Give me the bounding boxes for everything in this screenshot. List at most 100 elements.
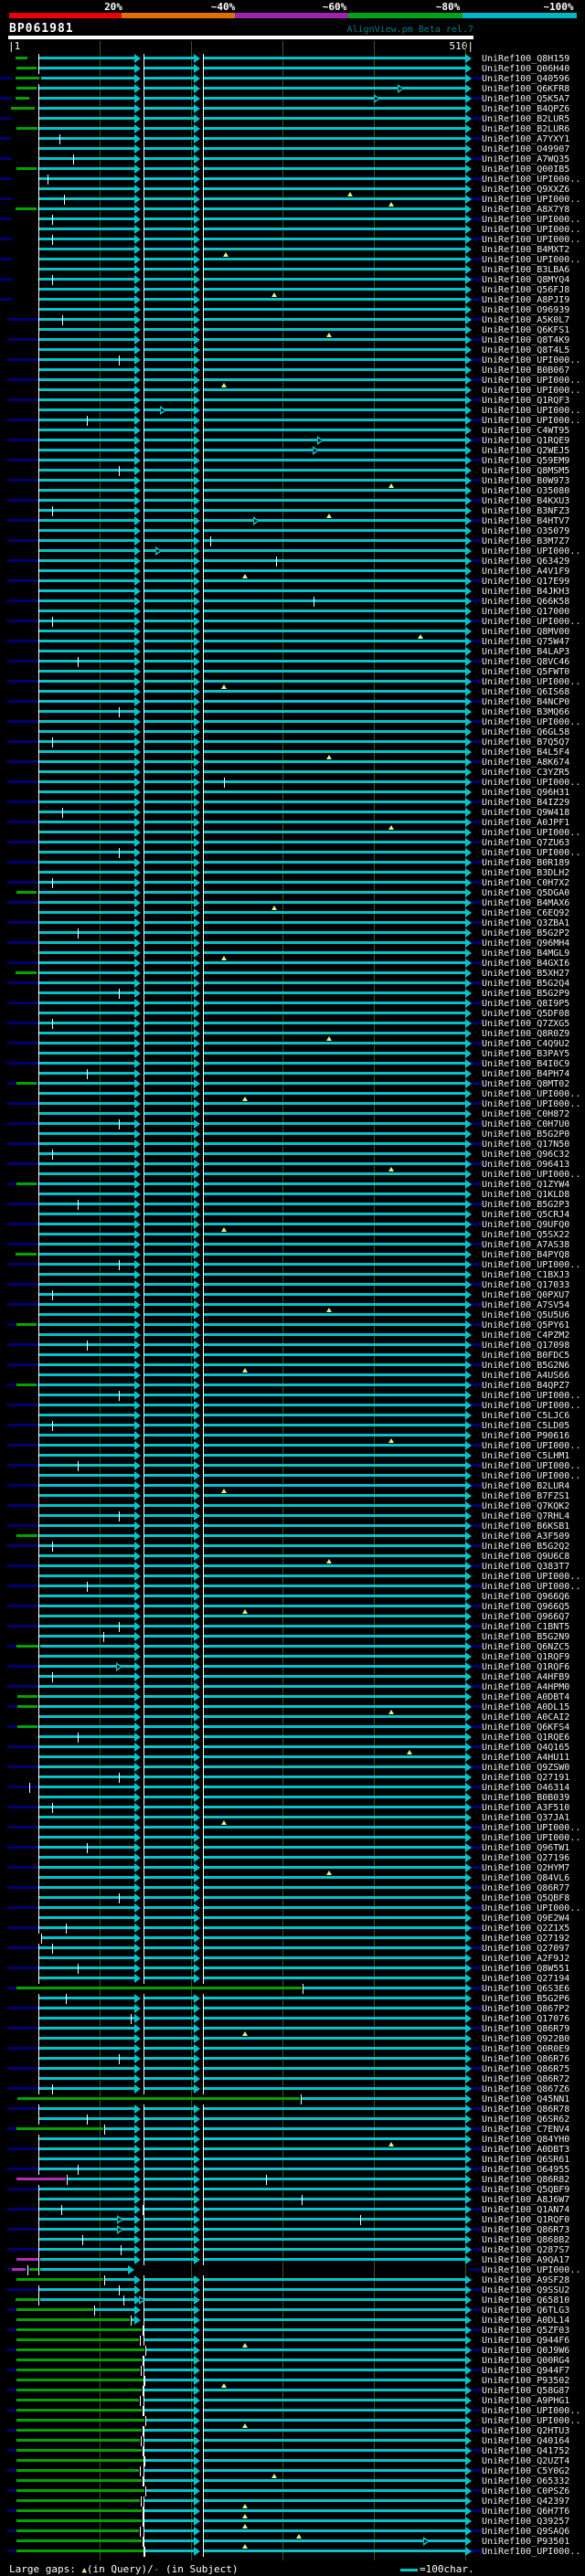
hit-label[interactable]: UniRef100_Q86R82 — [482, 2175, 569, 2185]
hit-label[interactable]: UniRef100_Q66K58 — [482, 597, 569, 607]
hit-label[interactable]: UniRef100_Q2UZT4 — [482, 2456, 569, 2466]
hit-label[interactable]: UniRef100_Q37JA1 — [482, 1813, 569, 1823]
hit-label[interactable]: UniRef100_UPI000.. — [482, 2265, 580, 2275]
hit-label[interactable]: UniRef100_UPI000.. — [482, 1471, 580, 1481]
hit-label[interactable]: UniRef100_Q1AN74 — [482, 2205, 569, 2215]
hit-label[interactable]: UniRef100_Q84YH0 — [482, 2135, 569, 2145]
hit-label[interactable]: UniRef100_A4HU11 — [482, 1753, 569, 1763]
hit-label[interactable]: UniRef100_B4QPZ6 — [482, 104, 569, 114]
hit-label[interactable]: UniRef100_Q8VC46 — [482, 657, 569, 667]
hit-label[interactable]: UniRef100_Q6KFS1 — [482, 325, 569, 335]
hit-label[interactable]: UniRef100_Q9ZSW0 — [482, 1763, 569, 1773]
hit-label[interactable]: UniRef100_B5G2N6 — [482, 1361, 569, 1371]
hit-label[interactable]: UniRef100_C0H7X2 — [482, 878, 569, 888]
hit-label[interactable]: UniRef100_Q867Z6 — [482, 2084, 569, 2094]
hit-label[interactable]: UniRef100_Q6KFS4 — [482, 1723, 569, 1733]
hit-label[interactable]: UniRef100_B0B067 — [482, 366, 569, 376]
hit-label[interactable]: UniRef100_Q27194 — [482, 1974, 569, 1984]
hit-label[interactable]: UniRef100_B4IZ29 — [482, 798, 569, 808]
hit-label[interactable]: UniRef100_Q6S3E6 — [482, 1984, 569, 1994]
hit-label[interactable]: UniRef100_C4WT95 — [482, 426, 569, 436]
hit-label[interactable]: UniRef100_A0DL14 — [482, 2316, 569, 2326]
hit-label[interactable]: UniRef100_Q00RG4 — [482, 2356, 569, 2366]
hit-label[interactable]: UniRef100_Q96TW1 — [482, 1843, 569, 1853]
hit-label[interactable]: UniRef100_Q9UFQ0 — [482, 1220, 569, 1230]
hit-label[interactable]: UniRef100_Q40596 — [482, 74, 569, 84]
hit-label[interactable]: UniRef100_A4HFB9 — [482, 1672, 569, 1682]
hit-label[interactable]: UniRef100_B4NCP0 — [482, 697, 569, 707]
hit-label[interactable]: UniRef100_Q45NN1 — [482, 2094, 569, 2104]
hit-label[interactable]: UniRef100_A9PHG1 — [482, 2396, 569, 2406]
hit-label[interactable]: UniRef100_UPI000.. — [482, 1401, 580, 1411]
hit-label[interactable]: UniRef100_B5XH27 — [482, 969, 569, 979]
hit-label[interactable]: UniRef100_A7SV54 — [482, 1300, 569, 1310]
hit-label[interactable]: UniRef100_B4LAP3 — [482, 647, 569, 657]
hit-label[interactable]: UniRef100_B4MGL9 — [482, 949, 569, 959]
hit-label[interactable]: UniRef100_UPI000.. — [482, 235, 580, 245]
hit-label[interactable]: UniRef100_UPI000.. — [482, 848, 580, 858]
hit-label[interactable]: UniRef100_Q7RHL4 — [482, 1511, 569, 1521]
hit-label[interactable]: UniRef100_Q7ZU63 — [482, 838, 569, 848]
hit-label[interactable]: UniRef100_Q8T4K9 — [482, 335, 569, 345]
hit-label[interactable]: UniRef100_B5G2P2 — [482, 928, 569, 938]
hit-label[interactable]: UniRef100_C4PZM2 — [482, 1330, 569, 1341]
hit-label[interactable]: UniRef100_C6EQ92 — [482, 908, 569, 918]
hit-label[interactable]: UniRef100_Q8MT02 — [482, 1079, 569, 1089]
hit-label[interactable]: UniRef100_A3F509 — [482, 1532, 569, 1542]
hit-label[interactable]: UniRef100_UPI000.. — [482, 1903, 580, 1913]
hit-label[interactable]: UniRef100_Q9XXZ6 — [482, 185, 569, 195]
hit-label[interactable]: UniRef100_P93501 — [482, 2537, 569, 2547]
hit-label[interactable]: UniRef100_UPI000.. — [482, 717, 580, 727]
hit-label[interactable]: UniRef100_Q63429 — [482, 557, 569, 567]
hit-label[interactable]: UniRef100_C0H872 — [482, 1109, 569, 1119]
hit-label[interactable]: UniRef100_B3LBA6 — [482, 265, 569, 275]
hit-label[interactable]: UniRef100_UPI000.. — [482, 1833, 580, 1843]
hit-label[interactable]: UniRef100_UPI000.. — [482, 416, 580, 426]
hit-label[interactable]: UniRef100_UPI000.. — [482, 2547, 580, 2557]
hit-label[interactable]: UniRef100_Q86R76 — [482, 2054, 569, 2064]
hit-label[interactable]: UniRef100_Q17076 — [482, 2014, 569, 2024]
hit-label[interactable]: UniRef100_Q9SSU2 — [482, 2285, 569, 2295]
hit-label[interactable]: UniRef100_Q96C32 — [482, 1150, 569, 1160]
hit-label[interactable]: UniRef100_A4US66 — [482, 1371, 569, 1381]
hit-label[interactable]: UniRef100_A4HPM0 — [482, 1682, 569, 1692]
hit-label[interactable]: UniRef100_A0JPF1 — [482, 818, 569, 828]
hit-label[interactable]: UniRef100_Q5DGA0 — [482, 888, 569, 898]
hit-label[interactable]: UniRef100_Q8MYQ4 — [482, 275, 569, 285]
hit-label[interactable]: UniRef100_Q58G87 — [482, 2386, 569, 2396]
hit-label[interactable]: UniRef100_A3F510 — [482, 1803, 569, 1813]
hit-label[interactable]: UniRef100_Q41752 — [482, 2446, 569, 2456]
hit-label[interactable]: UniRef100_UPI000.. — [482, 376, 580, 386]
hit-label[interactable]: UniRef100_O96939 — [482, 305, 569, 315]
hit-label[interactable]: UniRef100_Q8R0Z9 — [482, 1029, 569, 1039]
hit-label[interactable]: UniRef100_B3MQ66 — [482, 707, 569, 717]
hit-label[interactable]: UniRef100_A2F9J2 — [482, 1954, 569, 1964]
hit-label[interactable]: UniRef100_C1BNT5 — [482, 1622, 569, 1632]
hit-label[interactable]: UniRef100_Q42397 — [482, 2496, 569, 2507]
hit-label[interactable]: UniRef100_Q84VL6 — [482, 1873, 569, 1883]
hit-label[interactable]: UniRef100_A0DL15 — [482, 1702, 569, 1712]
hit-label[interactable]: UniRef100_B0R189 — [482, 858, 569, 868]
hit-label[interactable]: UniRef100_Q17000 — [482, 607, 569, 617]
hit-label[interactable]: UniRef100_A9SF28 — [482, 2275, 569, 2285]
hit-label[interactable]: UniRef100_B6KSB1 — [482, 1521, 569, 1532]
hit-label[interactable]: UniRef100_B4I0C9 — [482, 1059, 569, 1069]
hit-label[interactable]: UniRef100_UPI000.. — [482, 677, 580, 687]
hit-label[interactable]: UniRef100_Q383T7 — [482, 1562, 569, 1572]
hit-label[interactable]: UniRef100_Q17033 — [482, 1280, 569, 1290]
hit-label[interactable]: UniRef100_A0DBT4 — [482, 1692, 569, 1702]
hit-label[interactable]: UniRef100_B5G2Q2 — [482, 1542, 569, 1552]
hit-label[interactable]: UniRef100_O35079 — [482, 526, 569, 536]
hit-label[interactable]: UniRef100_UPI000.. — [482, 255, 580, 265]
hit-label[interactable]: UniRef100_Q966Q7 — [482, 1612, 569, 1622]
hit-label[interactable]: UniRef100_A7AS38 — [482, 1240, 569, 1250]
hit-label[interactable]: UniRef100_Q0PXU7 — [482, 1290, 569, 1300]
hit-label[interactable]: UniRef100_Q86R72 — [482, 2074, 569, 2084]
hit-label[interactable]: UniRef100_O35080 — [482, 486, 569, 496]
hit-label[interactable]: UniRef100_A8J6W7 — [482, 2195, 569, 2205]
hit-label[interactable]: UniRef100_Q7KQK2 — [482, 1501, 569, 1511]
hit-label[interactable]: UniRef100_UPI000.. — [482, 1391, 580, 1401]
hit-label[interactable]: UniRef100_UPI000.. — [482, 1089, 580, 1099]
hit-label[interactable]: UniRef100_UPI000.. — [482, 355, 580, 366]
hit-label[interactable]: UniRef100_Q2Z1X5 — [482, 1924, 569, 1934]
